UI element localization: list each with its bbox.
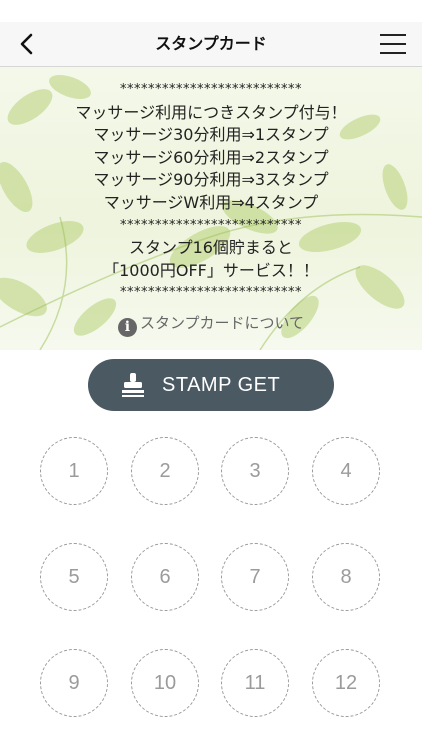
stamp-slot: 1 — [40, 437, 108, 505]
stamp-grid: 1 2 3 4 5 6 7 8 9 10 11 12 — [0, 0, 422, 750]
stamp-slot: 6 — [131, 543, 199, 611]
stamp-slot: 3 — [221, 437, 289, 505]
stamp-slot: 7 — [221, 543, 289, 611]
stamp-slot: 12 — [312, 649, 380, 717]
stamp-slot: 5 — [40, 543, 108, 611]
stamp-slot: 2 — [131, 437, 199, 505]
stamp-slot: 8 — [312, 543, 380, 611]
stamp-slot: 4 — [312, 437, 380, 505]
stamp-slot: 11 — [221, 649, 289, 717]
stamp-slot: 10 — [131, 649, 199, 717]
stamp-slot: 9 — [40, 649, 108, 717]
